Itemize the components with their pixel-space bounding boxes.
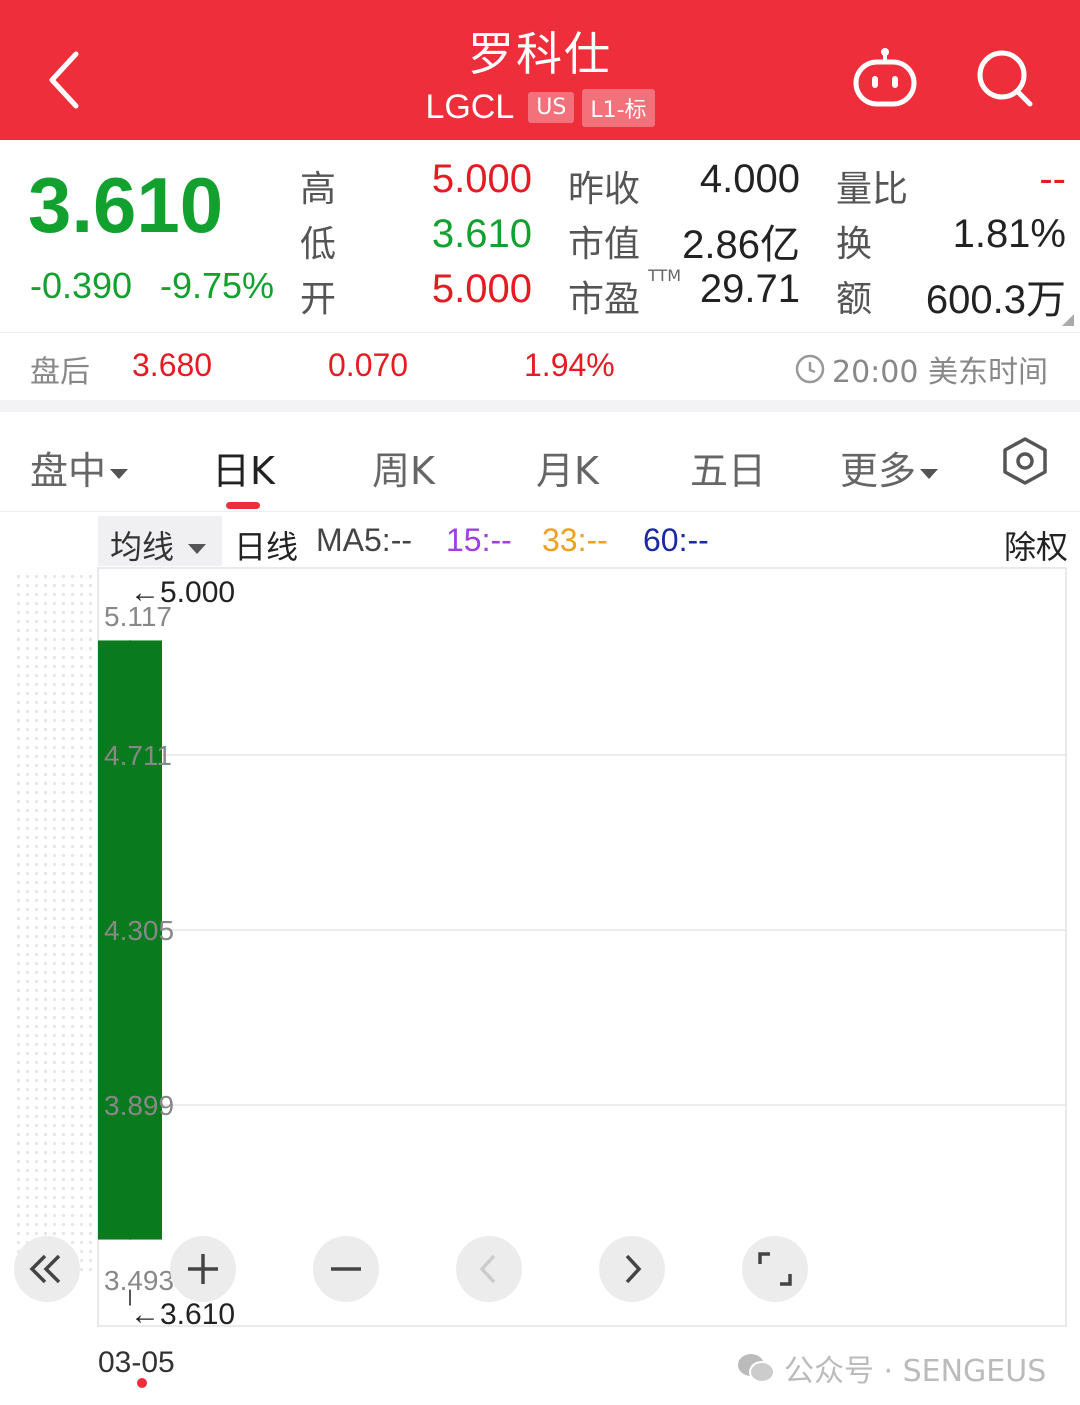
kline-chart[interactable]: 5.117 4.711 4.305 3.899 3.493 ←5.000 ←3.610 (0, 566, 1080, 1405)
watermark-text: 公众号 · SENGEUS (784, 1354, 1047, 1389)
scroll-right-button[interactable] (599, 1236, 665, 1302)
tab-weekly-k[interactable]: 周K (372, 440, 435, 495)
clock-icon (795, 354, 825, 384)
robot-icon (853, 48, 917, 107)
ma60-value: 60:-- (643, 522, 709, 558)
open-value: 5.000 (431, 267, 532, 311)
quote-panel: 3.610 -0.390 -9.75% 高 5.000 低 3.610 开 5.… (0, 140, 1080, 332)
after-hours-change-percent: 1.94% (524, 347, 615, 383)
prev-close-label: 昨收 (568, 169, 641, 210)
market-badge: US (528, 92, 575, 123)
zoom-out-button[interactable] (313, 1236, 379, 1302)
low-price-marker: ←3.610 (130, 1298, 235, 1331)
prev-close-value: 4.000 (699, 157, 800, 201)
tab-five-day[interactable]: 五日 (690, 440, 766, 495)
chart-period-tabs: 盘中 日K 周K 月K 五日 更多 (0, 412, 1080, 512)
app-header: 罗科仕 LGCL US L1-标 (0, 0, 1080, 140)
pe-value: 29.71 (699, 267, 800, 311)
turnover-value: 1.81% (952, 212, 1066, 256)
pe-label: 市盈 (568, 279, 641, 320)
market-cap-label: 市值 (568, 224, 641, 265)
ex-rights-toggle[interactable]: 除权 (1004, 522, 1068, 568)
plot-frame (97, 567, 1067, 1327)
y-tick-label: 4.711 (104, 740, 172, 771)
y-tick-label: 3.899 (104, 1090, 174, 1121)
tab-more-label: 更多 (840, 449, 917, 493)
fullscreen-icon (758, 1252, 792, 1286)
open-label: 开 (300, 279, 337, 320)
tab-monthly-k[interactable]: 月K (536, 440, 599, 495)
amount-value: 600.3万 (925, 278, 1066, 322)
tab-intraday-label: 盘中 (30, 449, 107, 493)
chart-settings-button[interactable] (1000, 436, 1050, 486)
chevron-right-icon (625, 1254, 642, 1284)
ma15-value: 15:-- (446, 522, 512, 558)
chevron-down-icon (920, 468, 939, 479)
high-value: 5.000 (431, 157, 532, 201)
expand-corner-icon[interactable] (1062, 314, 1074, 326)
ma-selector[interactable]: 均线 (98, 516, 222, 566)
low-label: 低 (300, 224, 337, 265)
ma5-value: MA5:-- (316, 522, 412, 558)
volume-ratio-label: 量比 (836, 169, 909, 210)
ma-selector-label: 均线 (110, 528, 175, 566)
ticker-symbol: LGCL (425, 88, 515, 126)
indicator-bar: 均线 日线 MA5:-- 15:-- 33:-- 60:-- 除权 (0, 514, 1080, 566)
high-price-marker: ←5.000 (130, 576, 235, 609)
fullscreen-button[interactable] (742, 1236, 808, 1302)
active-tab-indicator (226, 502, 260, 509)
scroll-left-button[interactable] (456, 1236, 522, 1302)
after-hours-bar: 盘后 3.680 0.070 1.94% 20:00 美东时间 (0, 332, 1080, 400)
high-label: 高 (300, 169, 337, 210)
scroll-to-start-button[interactable] (14, 1236, 80, 1302)
price-change-percent: -9.75% (160, 265, 275, 306)
line-type: 日线 (234, 528, 299, 566)
section-divider (0, 400, 1080, 412)
y-tick-label: 4.305 (104, 915, 174, 946)
wechat-icon (738, 1354, 775, 1383)
x-axis-date-label: 03-05 (98, 1346, 175, 1379)
price-change: -0.390 (30, 265, 133, 306)
double-chevron-left-icon (29, 1254, 61, 1284)
ma33-value: 33:-- (542, 522, 608, 558)
after-hours-change: 0.070 (328, 347, 409, 383)
settings-hexagon-icon (1003, 437, 1047, 485)
search-button[interactable] (970, 42, 1040, 112)
current-date-dot (137, 1378, 147, 1388)
tab-more[interactable]: 更多 (840, 440, 939, 495)
chevron-down-icon (110, 468, 129, 479)
zoom-in-button[interactable] (170, 1236, 236, 1302)
after-hours-time-text: 20:00 美东时间 (832, 355, 1048, 390)
turnover-label: 换 (836, 224, 873, 265)
pe-ttm-tag: TTM (648, 266, 682, 285)
y-tick-label: 3.493 (104, 1265, 174, 1296)
after-hours-time: 20:00 美东时间 (794, 347, 1048, 391)
watermark: 公众号 · SENGEUS (736, 1346, 1046, 1390)
low-value: 3.610 (431, 212, 532, 256)
level-badge: L1-标 (582, 88, 655, 127)
search-icon (977, 50, 1033, 107)
amount-label: 额 (836, 279, 873, 320)
robot-assistant-button[interactable] (850, 42, 920, 112)
after-hours-price: 3.680 (132, 347, 213, 383)
tab-daily-k[interactable]: 日K (212, 440, 275, 495)
chevron-down-icon (188, 544, 207, 554)
plus-icon (188, 1254, 218, 1284)
kline-svg: 5.1174.7114.3053.8993.493←5.000←3.610 (97, 567, 1067, 1331)
volume-ratio-value: -- (1039, 157, 1066, 201)
tab-intraday[interactable]: 盘中 (30, 440, 129, 495)
after-hours-label: 盘后 (30, 355, 90, 390)
minus-icon (331, 1267, 361, 1271)
market-cap-value: 2.86亿 (682, 223, 800, 267)
chevron-left-icon (479, 1254, 496, 1284)
last-price: 3.610 (28, 161, 224, 249)
